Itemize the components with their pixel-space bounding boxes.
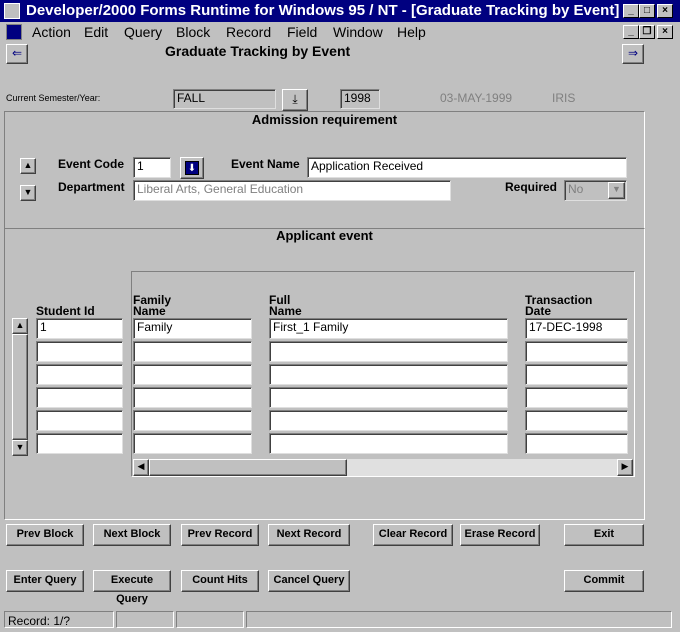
student-id-cell[interactable] — [36, 433, 123, 454]
scroll-up-arrow-icon[interactable]: ▲ — [12, 318, 28, 334]
nav-left-icon[interactable]: ⇐ — [6, 44, 28, 64]
next-record-button[interactable]: Next Record — [268, 524, 350, 546]
scroll-thumb[interactable] — [12, 334, 28, 440]
event-name-label: Event Name — [231, 157, 300, 171]
maximize-button[interactable]: □ — [639, 4, 655, 18]
cancel-query-button[interactable]: Cancel Query — [268, 570, 350, 592]
required-label: Required — [505, 180, 558, 194]
semester-field[interactable]: FALL — [173, 89, 276, 109]
horizontal-scroll-thumb[interactable] — [149, 459, 347, 476]
chevron-down-icon[interactable]: ▼ — [608, 182, 625, 199]
scroll-left-arrow-icon[interactable]: ◀ — [133, 459, 149, 476]
prev-block-button[interactable]: Prev Block — [6, 524, 84, 546]
menu-action[interactable]: Action — [32, 24, 71, 40]
semester-label: Current Semester/Year: — [6, 93, 101, 103]
date-field: 03-MAY-1999 — [436, 89, 533, 109]
count-hits-button[interactable]: Count Hits — [181, 570, 259, 592]
family-name-cell[interactable] — [133, 364, 252, 385]
full-name-cell[interactable]: First_1 Family — [269, 318, 508, 339]
year-field[interactable]: 1998 — [340, 89, 380, 109]
execute-query-button[interactable]: Execute Query — [93, 570, 171, 605]
transaction-date-cell[interactable] — [525, 433, 628, 454]
family-name-cell[interactable] — [133, 387, 252, 408]
full-name-cell[interactable] — [269, 433, 508, 454]
status-record: Record: 1/? — [4, 611, 114, 628]
admission-title: Admission requirement — [251, 112, 398, 127]
prev-record-button[interactable]: Prev Record — [181, 524, 259, 546]
clear-record-button[interactable]: Clear Record — [373, 524, 453, 546]
family-name-cell[interactable]: Family — [133, 318, 252, 339]
family-name-cell[interactable] — [133, 410, 252, 431]
full-name-cell[interactable] — [269, 364, 508, 385]
transaction-date-cell[interactable] — [525, 387, 628, 408]
student-id-cell[interactable]: 1 — [36, 318, 123, 339]
exit-button[interactable]: Exit — [564, 524, 644, 546]
required-value: No — [568, 182, 584, 196]
full-name-cell[interactable] — [269, 387, 508, 408]
menu-help[interactable]: Help — [397, 24, 426, 40]
department-label: Department — [58, 180, 125, 194]
list-of-values-icon[interactable]: ⬇ — [180, 157, 204, 179]
next-block-button[interactable]: Next Block — [93, 524, 171, 546]
window-title: Developer/2000 Forms Runtime for Windows… — [26, 2, 620, 19]
menu-query[interactable]: Query — [124, 24, 162, 40]
mdi-close-button[interactable]: × — [657, 25, 673, 39]
family-name-cell[interactable] — [133, 433, 252, 454]
full-name-cell[interactable] — [269, 410, 508, 431]
menu-window[interactable]: Window — [333, 24, 383, 40]
app-icon[interactable] — [4, 3, 20, 19]
student-id-cell[interactable] — [36, 341, 123, 362]
event-name-field[interactable]: Application Received — [307, 157, 627, 178]
commit-button[interactable]: Commit — [564, 570, 644, 592]
event-code-field[interactable]: 1 — [133, 157, 171, 178]
form-title: Graduate Tracking by Event — [165, 43, 351, 59]
col-full-name-2: Name — [269, 304, 302, 318]
applicant-title: Applicant event — [276, 228, 373, 243]
scroll-down-icon[interactable]: ▼ — [20, 185, 36, 201]
mdi-minimize-button[interactable]: _ — [623, 25, 639, 39]
menu-record[interactable]: Record — [226, 24, 271, 40]
status-cell — [116, 611, 174, 628]
scroll-down-arrow-icon[interactable]: ▼ — [12, 440, 28, 456]
document-icon[interactable] — [6, 24, 22, 40]
menu-block[interactable]: Block — [176, 24, 210, 40]
col-family-name-2: Name — [133, 304, 166, 318]
transaction-date-cell[interactable]: 17-DEC-1998 — [525, 318, 628, 339]
student-id-cell[interactable] — [36, 410, 123, 431]
status-cell — [246, 611, 672, 628]
scroll-up-icon[interactable]: ▲ — [20, 158, 36, 174]
download-arrow-icon[interactable]: ⤓ — [282, 89, 308, 111]
menu-edit[interactable]: Edit — [84, 24, 108, 40]
transaction-date-cell[interactable] — [525, 410, 628, 431]
scroll-right-arrow-icon[interactable]: ▶ — [617, 459, 633, 476]
mdi-restore-button[interactable]: ❐ — [639, 25, 655, 39]
enter-query-button[interactable]: Enter Query — [6, 570, 84, 592]
menu-field[interactable]: Field — [287, 24, 317, 40]
col-transaction-2: Date — [525, 304, 552, 318]
department-field[interactable]: Liberal Arts, General Education — [133, 180, 451, 201]
menu-bar: Action Edit Query Block Record Field Win… — [0, 22, 680, 42]
full-name-cell[interactable] — [269, 341, 508, 362]
col-student-id: Student Id — [36, 304, 95, 318]
title-bar: Developer/2000 Forms Runtime for Windows… — [0, 0, 680, 22]
transaction-date-cell[interactable] — [525, 341, 628, 362]
event-code-label: Event Code — [58, 157, 125, 171]
transaction-date-cell[interactable] — [525, 364, 628, 385]
erase-record-button[interactable]: Erase Record — [460, 524, 540, 546]
status-cell — [176, 611, 244, 628]
family-name-cell[interactable] — [133, 341, 252, 362]
student-id-cell[interactable] — [36, 364, 123, 385]
close-button[interactable]: × — [657, 4, 673, 18]
minimize-button[interactable]: _ — [623, 4, 639, 18]
user-field: IRIS — [548, 89, 620, 109]
nav-right-icon[interactable]: ⇒ — [622, 44, 644, 64]
student-id-cell[interactable] — [36, 387, 123, 408]
